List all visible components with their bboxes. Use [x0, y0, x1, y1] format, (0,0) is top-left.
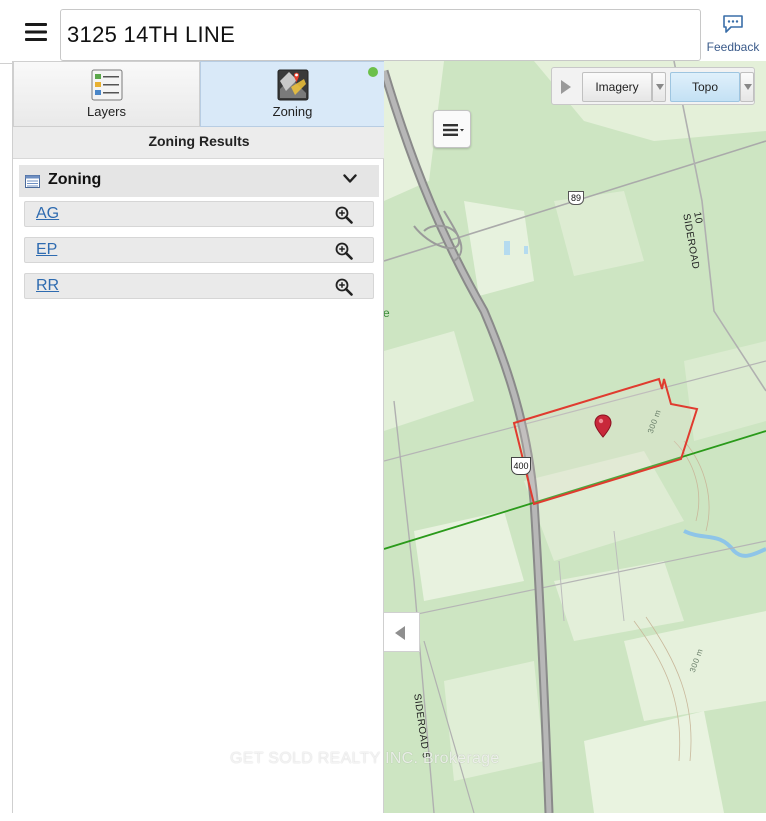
feedback-label: Feedback [706, 40, 760, 54]
zoom-in-icon[interactable] [335, 278, 353, 296]
basemap-topo-button[interactable]: Topo [670, 72, 740, 102]
zoning-link-ag[interactable]: AG [36, 205, 59, 223]
tab-layers[interactable]: Layers [13, 61, 200, 127]
active-status-dot [368, 67, 378, 77]
feedback-button[interactable]: Feedback [703, 14, 763, 60]
basemap-switcher: Imagery Topo [551, 67, 755, 105]
zoom-in-icon[interactable] [335, 206, 353, 224]
highway-shield-400: 400 [511, 457, 531, 475]
tab-layers-label: Layers [86, 104, 127, 119]
location-pin-icon[interactable] [594, 414, 612, 438]
arrow-left-icon [395, 626, 405, 640]
zoning-item-ep: EP [24, 237, 374, 263]
caret-down-icon [656, 84, 664, 90]
panel-tabs: Layers Zoning [13, 61, 385, 127]
topo-map[interactable]: 10 SIDEROAD SIDEROAD 5 300 m 300 m e 89 … [384, 61, 766, 813]
speech-bubble-icon [723, 15, 743, 33]
results-header: Zoning Results [13, 127, 385, 159]
zoom-in-icon[interactable] [335, 242, 353, 260]
table-icon [25, 175, 40, 188]
play-icon [561, 80, 571, 94]
layers-list-icon [91, 69, 122, 101]
tab-zoning[interactable]: Zoning [200, 61, 385, 127]
map-canvas [384, 61, 766, 813]
basemap-imagery-dropdown[interactable] [652, 72, 666, 102]
list-menu-icon [443, 124, 464, 136]
zoning-item-rr: RR [24, 273, 374, 299]
tab-zoning-label: Zoning [272, 104, 313, 119]
zoning-map-icon [277, 69, 308, 101]
legend-menu-button[interactable] [433, 110, 471, 148]
app-window: 3125 14TH LINE Feedback Layers Zoning Zo… [0, 0, 766, 821]
map-edge-label: e [384, 306, 391, 320]
side-panel: Layers Zoning Zoning Results Zoning AG E… [12, 61, 385, 813]
top-bar: 3125 14TH LINE Feedback [0, 0, 766, 64]
basemap-imagery-button[interactable]: Imagery [582, 72, 652, 102]
basemap-topo-dropdown[interactable] [740, 72, 754, 102]
basemap-expand-button[interactable] [556, 74, 576, 100]
caret-down-icon [744, 84, 752, 90]
collapse-panel-button[interactable] [384, 612, 420, 652]
brokerage-watermark: GET SOLD REALTY INC. Brokerage [230, 750, 500, 767]
address-search-input[interactable]: 3125 14TH LINE [60, 9, 701, 61]
zoning-link-rr[interactable]: RR [36, 277, 59, 295]
zoning-item-ag: AG [24, 201, 374, 227]
hamburger-menu-button[interactable] [14, 12, 58, 52]
zoning-group-header[interactable]: Zoning [19, 165, 379, 197]
zoning-group-title: Zoning [48, 171, 102, 188]
highway-shield-89: 89 [568, 191, 584, 205]
zoning-link-ep[interactable]: EP [36, 241, 57, 259]
hamburger-menu-icon [25, 23, 47, 41]
chevron-down-icon [343, 174, 357, 183]
